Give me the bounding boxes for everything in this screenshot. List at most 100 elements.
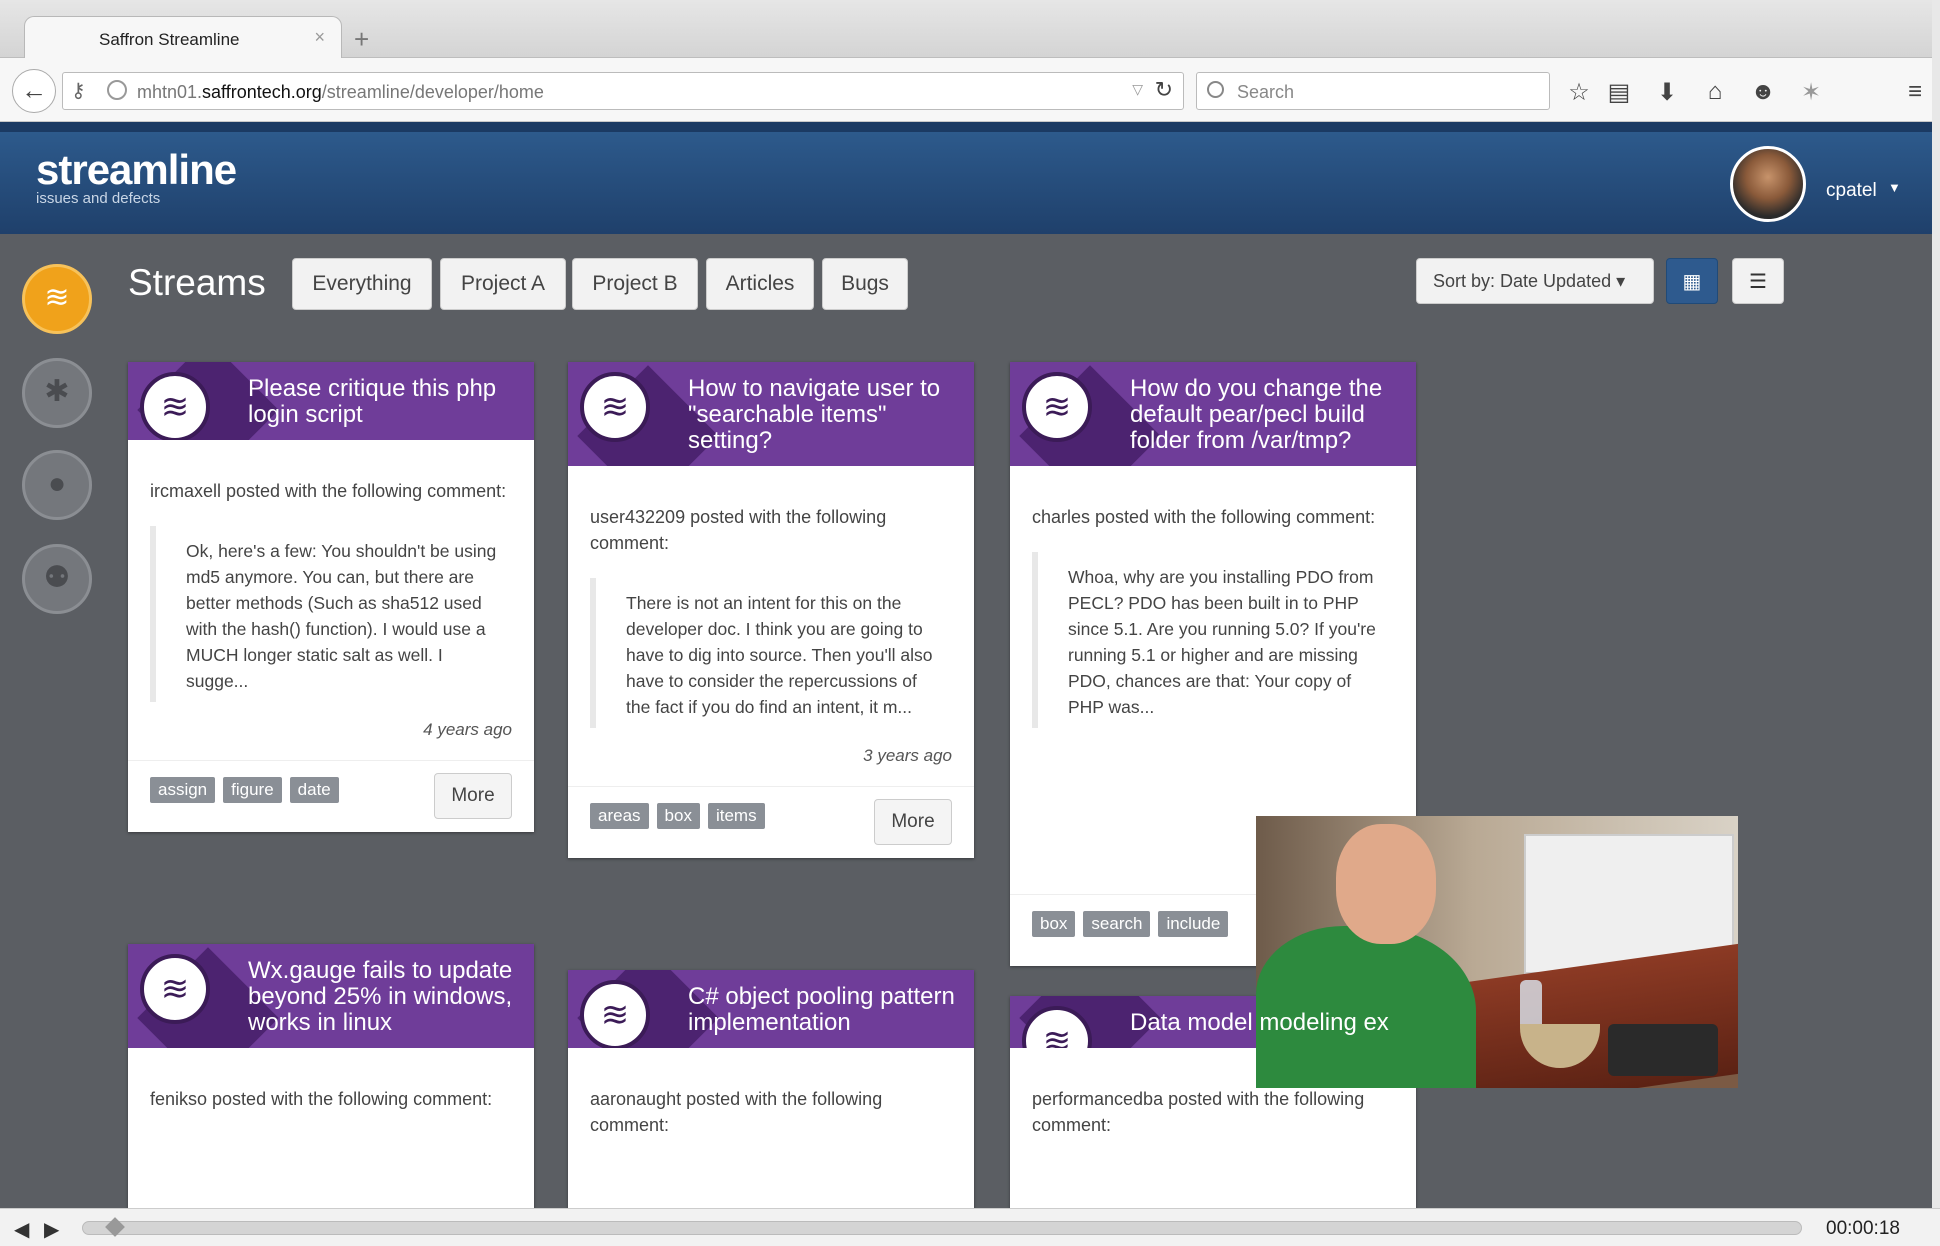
stream-card[interactable]: ≋ C# object pooling pattern implementati… (568, 970, 974, 1208)
tab-title: Saffron Streamline (99, 30, 240, 49)
card-author: aaronaught posted with the following com… (590, 1089, 883, 1135)
card-author: ircmaxell posted with the following comm… (150, 481, 507, 501)
app-logo[interactable]: streamline (36, 146, 237, 194)
card-title[interactable]: How do you change the default pear/pecl … (1130, 362, 1416, 466)
key-icon: ⚷ (71, 80, 86, 102)
video-person-head (1336, 824, 1436, 944)
caret-down-icon[interactable]: ▼ (1888, 180, 1901, 195)
download-icon[interactable]: ⬇ (1652, 78, 1682, 107)
tag[interactable]: figure (223, 777, 282, 803)
filter-project-b-button[interactable]: Project B (572, 258, 698, 310)
stream-card[interactable]: ≋ Please critique this php login script … (128, 362, 534, 832)
more-button[interactable]: More (874, 799, 952, 845)
app-header: streamline issues and defects cpatel ▼ (0, 122, 1932, 234)
card-title[interactable]: Data model modeling ex (1130, 996, 1416, 1048)
stackoverflow-icon: ≋ (580, 980, 650, 1048)
card-title[interactable]: Please critique this php login script (248, 362, 534, 440)
new-tab-button[interactable]: + (354, 24, 369, 55)
grid-icon: ▦ (1682, 271, 1702, 293)
stackoverflow-icon: ≋ (140, 372, 210, 440)
card-header[interactable]: ≋ Wx.gauge fails to update beyond 25% in… (128, 944, 534, 1048)
window-edge (1932, 0, 1940, 1208)
bugs-nav-button[interactable]: ✱ (22, 358, 92, 428)
user-menu[interactable]: cpatel (1826, 180, 1877, 202)
card-tags: assign figure date (150, 777, 339, 803)
card-body: aaronaught posted with the following com… (568, 1048, 974, 1138)
tag[interactable]: date (289, 777, 339, 803)
stream-card[interactable]: ≋ Wx.gauge fails to update beyond 25% in… (128, 944, 534, 1208)
back-button[interactable]: ← (12, 69, 56, 113)
card-header[interactable]: ≋ Data model modeling ex (1010, 996, 1416, 1048)
stream-card[interactable]: ≋ How to navigate user to "searchable it… (568, 362, 974, 858)
close-tab-icon[interactable]: × (314, 27, 325, 48)
card-quote: Ok, here's a few: You shouldn't be using… (150, 526, 512, 702)
card-timestamp: 4 years ago (423, 720, 512, 739)
tag[interactable]: search (1083, 911, 1151, 937)
card-title[interactable]: Wx.gauge fails to update beyond 25% in w… (248, 944, 534, 1048)
play-icon[interactable]: ▶ (44, 1217, 59, 1242)
url-dropdown-icon[interactable]: ▽ (1132, 81, 1143, 98)
stackoverflow-icon: ≋ (580, 372, 650, 442)
lightbulb-icon: ● (47, 467, 67, 500)
card-title[interactable]: How to navigate user to "searchable item… (688, 362, 974, 466)
card-author: fenikso posted with the following commen… (150, 1089, 493, 1109)
streams-icon: ≋ (44, 281, 70, 314)
tag[interactable]: include (1158, 911, 1229, 937)
browser-tab[interactable]: Saffron Streamline × (24, 16, 342, 60)
menu-icon[interactable]: ≡ (1900, 78, 1930, 106)
card-footer: areas box items More (568, 786, 974, 858)
list-view-button[interactable]: ☰ (1732, 258, 1784, 304)
extension-icon[interactable]: ✶ (1796, 78, 1826, 107)
tag[interactable]: box (1032, 911, 1076, 937)
card-quote: Whoa, why are you installing PDO from PE… (1032, 552, 1394, 728)
card-quote: There is not an intent for this on the d… (590, 578, 952, 728)
home-icon[interactable]: ⌂ (1700, 78, 1730, 106)
volume-icon[interactable]: ◀ (14, 1217, 29, 1242)
seek-bar[interactable] (82, 1217, 1802, 1237)
card-header[interactable]: ≋ How to navigate user to "searchable it… (568, 362, 974, 466)
grid-view-button[interactable]: ▦ (1666, 258, 1718, 304)
user-avatar[interactable] (1730, 146, 1806, 222)
stackoverflow-icon: ≋ (1022, 372, 1092, 442)
browser-search-input[interactable]: Search (1196, 72, 1550, 110)
tag[interactable]: items (707, 803, 765, 829)
url-text: mhtn01.saffrontech.org/streamline/develo… (137, 82, 544, 102)
card-body: charles posted with the following commen… (1010, 466, 1416, 728)
card-timestamp: 3 years ago (863, 746, 952, 765)
reload-icon[interactable]: ↻ (1155, 77, 1173, 103)
url-bar[interactable]: ⚷ mhtn01.saffrontech.org/streamline/deve… (62, 72, 1184, 110)
card-author: charles posted with the following commen… (1032, 507, 1376, 527)
bookmark-star-icon[interactable]: ☆ (1564, 78, 1594, 107)
card-header[interactable]: ≋ Please critique this php login script (128, 362, 534, 440)
app-tagline: issues and defects (36, 190, 161, 207)
tag[interactable]: assign (150, 777, 216, 803)
stream-card[interactable]: ≋ Data model modeling ex performancedba … (1010, 996, 1416, 1208)
seek-handle[interactable] (105, 1217, 125, 1237)
card-tags: box search include (1032, 911, 1229, 937)
streams-nav-button[interactable]: ≋ (22, 264, 92, 334)
bug-icon: ✱ (44, 375, 70, 408)
card-body: fenikso posted with the following commen… (128, 1048, 534, 1112)
card-header[interactable]: ≋ C# object pooling pattern implementati… (568, 970, 974, 1048)
filter-bugs-button[interactable]: Bugs (822, 258, 908, 310)
filter-articles-button[interactable]: Articles (706, 258, 814, 310)
more-button[interactable]: More (434, 773, 512, 819)
chat-icon[interactable]: ☻ (1748, 78, 1778, 106)
filter-project-a-button[interactable]: Project A (440, 258, 566, 310)
ideas-nav-button[interactable]: ● (22, 450, 92, 520)
search-placeholder: Search (1237, 82, 1295, 102)
card-author: user432209 posted with the following com… (590, 507, 887, 553)
card-title[interactable]: C# object pooling pattern implementation (688, 970, 974, 1048)
tag[interactable]: areas (590, 803, 649, 829)
card-footer: assign figure date More (128, 760, 534, 832)
sort-dropdown[interactable]: Sort by: Date Updated ▾ (1416, 258, 1654, 304)
filter-everything-button[interactable]: Everything (292, 258, 432, 310)
globe-icon (107, 80, 127, 100)
people-nav-button[interactable]: ⚉ (22, 544, 92, 614)
timecode: 00:00:18 (1826, 1218, 1900, 1239)
tag[interactable]: box (656, 803, 700, 829)
browser-tab-bar: Saffron Streamline × + (0, 0, 1932, 60)
reading-list-icon[interactable]: ▤ (1604, 78, 1634, 107)
video-phone (1608, 1024, 1718, 1076)
card-header[interactable]: ≋ How do you change the default pear/pec… (1010, 362, 1416, 466)
